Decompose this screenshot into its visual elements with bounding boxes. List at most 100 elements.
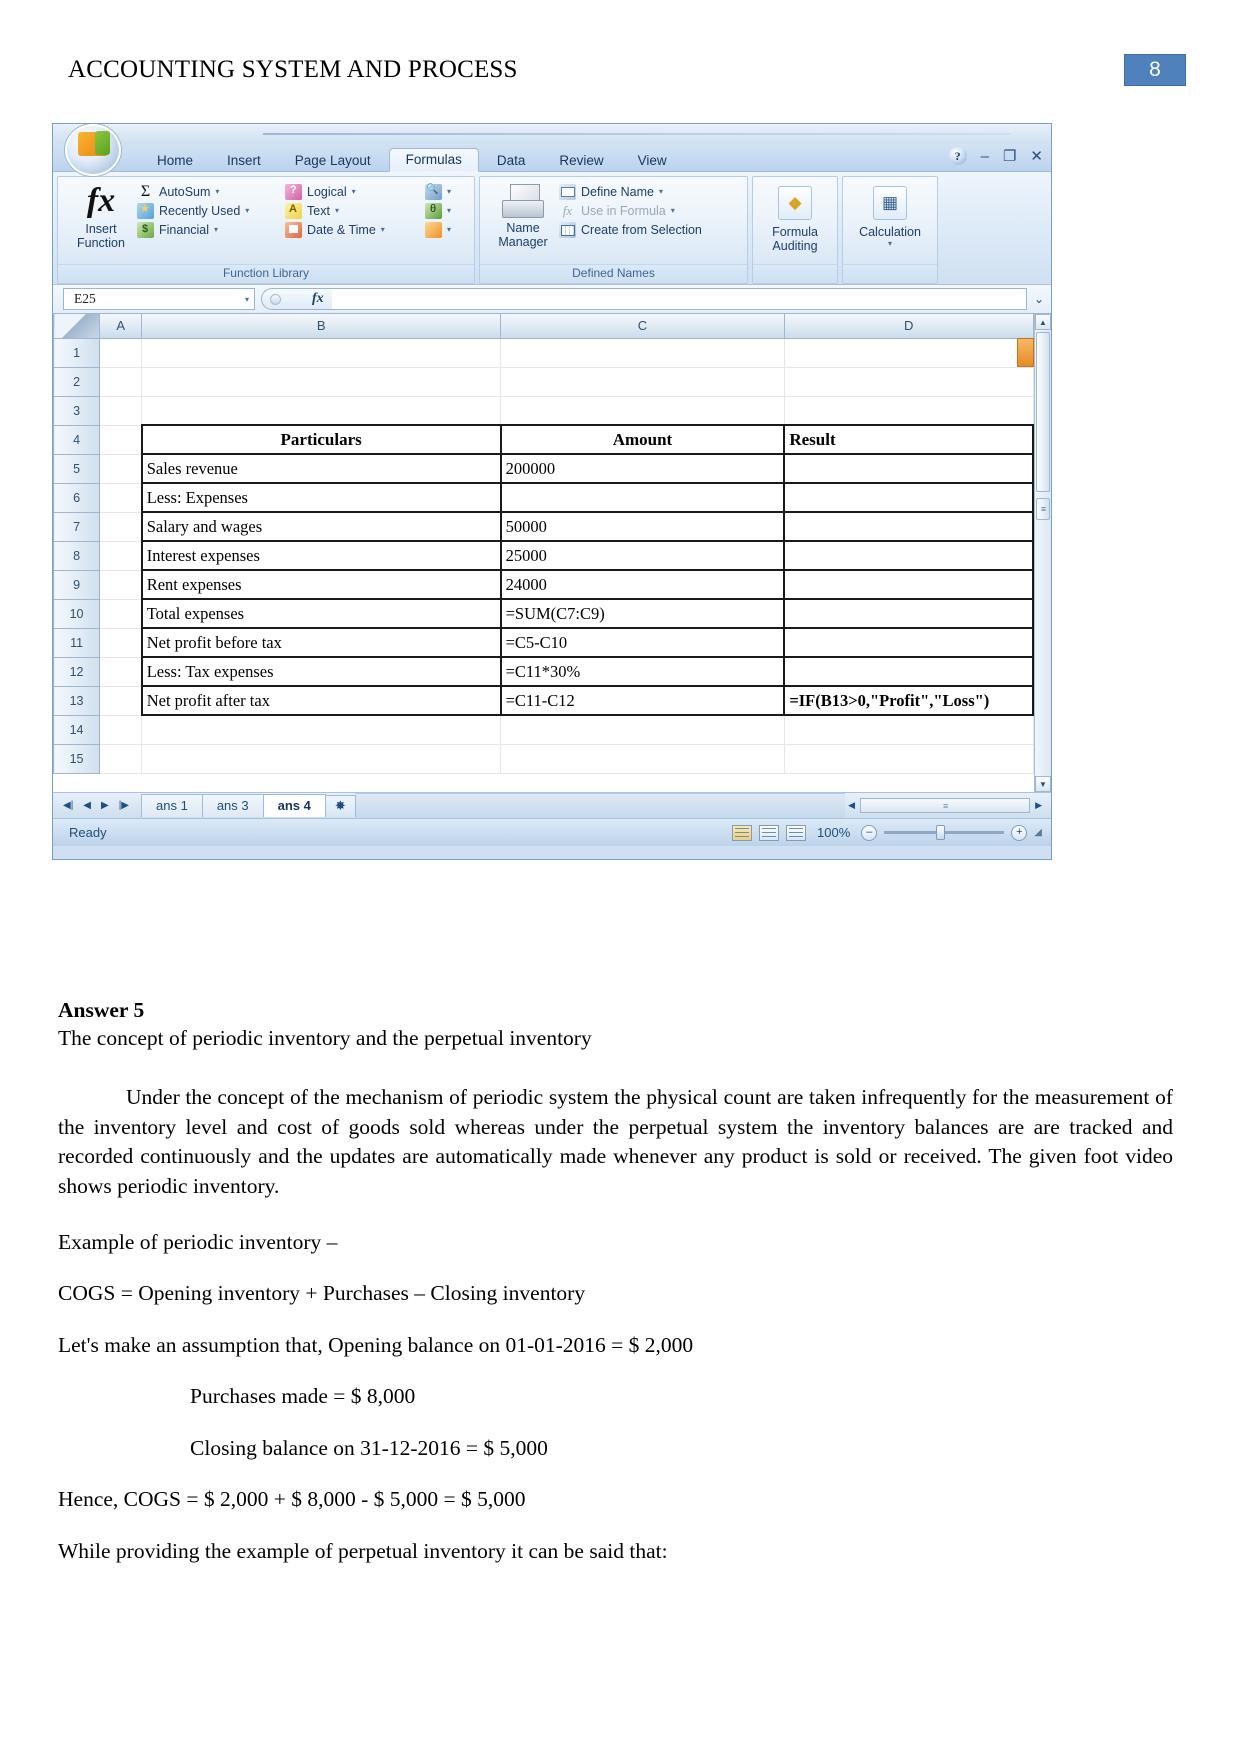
name-box[interactable]: E25 ▾ <box>63 288 255 310</box>
page-layout-view-icon[interactable] <box>759 824 780 841</box>
split-handle[interactable]: ≡ <box>1036 498 1050 520</box>
name-manager-button[interactable]: Name Manager <box>487 182 559 250</box>
cell-c12[interactable]: =C11*30% <box>499 656 786 687</box>
row-header[interactable]: 3 <box>53 395 101 426</box>
next-sheet-icon[interactable]: ▶ <box>101 800 109 811</box>
cell-d3[interactable] <box>784 396 1034 426</box>
row-header[interactable]: 9 <box>53 569 101 600</box>
zoom-slider[interactable] <box>884 825 1005 840</box>
more-functions-button[interactable]: ▾ <box>425 222 465 238</box>
cell-c13[interactable]: =C11-C12 <box>499 685 786 716</box>
scroll-right-icon[interactable]: ▶ <box>1032 800 1045 811</box>
normal-view-icon[interactable] <box>732 824 753 841</box>
cell-c9[interactable]: 24000 <box>499 569 786 600</box>
financial-button[interactable]: Financial ▾ <box>137 221 285 238</box>
resize-grip-icon[interactable]: ◢ <box>1034 827 1042 838</box>
sheet-tab-ans-1[interactable]: ans 1 <box>141 794 203 817</box>
cell-a9[interactable] <box>99 570 143 600</box>
zoom-slider-handle[interactable] <box>936 825 946 840</box>
create-from-selection-button[interactable]: Create from Selection <box>559 222 740 238</box>
row-header[interactable]: 12 <box>53 656 101 687</box>
select-all-corner[interactable] <box>53 314 101 339</box>
row-header[interactable]: 2 <box>53 366 101 397</box>
row-header[interactable]: 13 <box>53 685 101 716</box>
cell-d8[interactable] <box>783 540 1034 571</box>
cell-b15[interactable] <box>141 744 502 774</box>
cell-c3[interactable] <box>500 396 785 426</box>
cancel-icon[interactable] <box>270 293 281 305</box>
expand-formula-bar-icon[interactable]: ⌄ <box>1027 292 1051 306</box>
column-header-c[interactable]: C <box>500 314 785 339</box>
cell-d1[interactable] <box>784 338 1034 368</box>
cell-c11[interactable]: =C5-C10 <box>499 627 786 658</box>
row-header[interactable]: 4 <box>53 424 101 455</box>
cell-b1[interactable] <box>141 338 502 368</box>
cell-a6[interactable] <box>99 483 143 513</box>
tab-home[interactable]: Home <box>141 150 209 173</box>
row-header[interactable]: 14 <box>53 714 101 745</box>
row-header[interactable]: 5 <box>53 453 101 484</box>
tab-insert[interactable]: Insert <box>211 150 277 173</box>
row-header[interactable]: 1 <box>53 337 101 368</box>
formula-auditing-button[interactable]: ◆ Formula Auditing <box>760 182 830 254</box>
cell-d12[interactable] <box>783 656 1034 687</box>
column-header-a[interactable]: A <box>99 314 143 339</box>
restore-icon[interactable]: ❐ <box>1003 149 1016 164</box>
scroll-down-icon[interactable]: ▼ <box>1035 776 1051 792</box>
sheet-tab-ans-4[interactable]: ans 4 <box>262 794 326 817</box>
horizontal-scrollbar[interactable]: ◀ ≡ ▶ <box>845 798 1051 813</box>
chevron-down-icon[interactable]: ▾ <box>245 295 249 304</box>
zoom-in-button[interactable]: + <box>1011 824 1028 841</box>
cell-d6[interactable] <box>783 482 1034 513</box>
row-header[interactable]: 11 <box>53 627 101 658</box>
cell-d4-result-header[interactable]: Result <box>783 424 1034 455</box>
tab-view[interactable]: View <box>622 150 683 173</box>
cell-b9[interactable]: Rent expenses <box>140 569 502 600</box>
cell-a13[interactable] <box>99 686 143 716</box>
date-time-button[interactable]: Date & Time ▾ <box>285 222 425 238</box>
cell-b6[interactable]: Less: Expenses <box>140 482 502 513</box>
calculation-button[interactable]: ▦ Calculation ▾ <box>851 182 929 249</box>
use-in-formula-button[interactable]: fx Use in Formula ▾ <box>559 203 740 219</box>
tab-formulas[interactable]: Formulas <box>388 147 479 172</box>
row-header[interactable]: 8 <box>53 540 101 571</box>
cell-a15[interactable] <box>99 744 143 774</box>
vertical-scrollbar[interactable]: ▲ ≡ ▼ <box>1034 314 1051 792</box>
cell-a8[interactable] <box>99 541 143 571</box>
cell-a11[interactable] <box>99 628 143 658</box>
cell-a12[interactable] <box>99 657 143 687</box>
cell-c6[interactable] <box>499 482 786 513</box>
cell-a5[interactable] <box>99 454 143 484</box>
office-button[interactable] <box>65 124 121 176</box>
cell-b3[interactable] <box>141 396 502 426</box>
cell-d14[interactable] <box>784 715 1034 745</box>
cell-c4-amount-header[interactable]: Amount <box>499 424 786 455</box>
scroll-left-icon[interactable]: ◀ <box>845 800 858 811</box>
text-button[interactable]: Text ▾ <box>285 201 425 219</box>
autosum-button[interactable]: Σ AutoSum ▾ <box>137 184 285 200</box>
help-icon[interactable]: ? <box>948 147 967 165</box>
cell-b4-particulars-header[interactable]: Particulars <box>140 424 502 455</box>
page-break-preview-icon[interactable] <box>786 824 807 841</box>
tab-page-layout[interactable]: Page Layout <box>279 150 387 173</box>
cell-d11[interactable] <box>783 627 1034 658</box>
prev-sheet-icon[interactable]: ◀ <box>83 800 91 811</box>
cell-b11[interactable]: Net profit before tax <box>140 627 502 658</box>
formula-input[interactable] <box>331 288 1027 310</box>
cell-b12[interactable]: Less: Tax expenses <box>140 656 502 687</box>
math-trig-button[interactable]: ▾ <box>425 201 465 219</box>
close-icon[interactable]: ✕ <box>1030 149 1043 164</box>
cell-c8[interactable]: 25000 <box>499 540 786 571</box>
insert-function-button[interactable]: fx Insert Function <box>65 182 137 251</box>
minimize-icon[interactable]: – <box>981 149 989 164</box>
cell-b5[interactable]: Sales revenue <box>140 453 502 484</box>
cell-a3[interactable] <box>99 396 143 426</box>
tab-data[interactable]: Data <box>481 150 542 173</box>
row-header[interactable]: 10 <box>53 598 101 629</box>
cell-b2[interactable] <box>141 367 502 397</box>
cell-c5[interactable]: 200000 <box>499 453 786 484</box>
cell-b13[interactable]: Net profit after tax <box>140 685 502 716</box>
cell-d7[interactable] <box>783 511 1034 542</box>
vertical-scroll-thumb[interactable] <box>1036 332 1050 492</box>
first-sheet-icon[interactable]: ◀| <box>63 800 73 811</box>
